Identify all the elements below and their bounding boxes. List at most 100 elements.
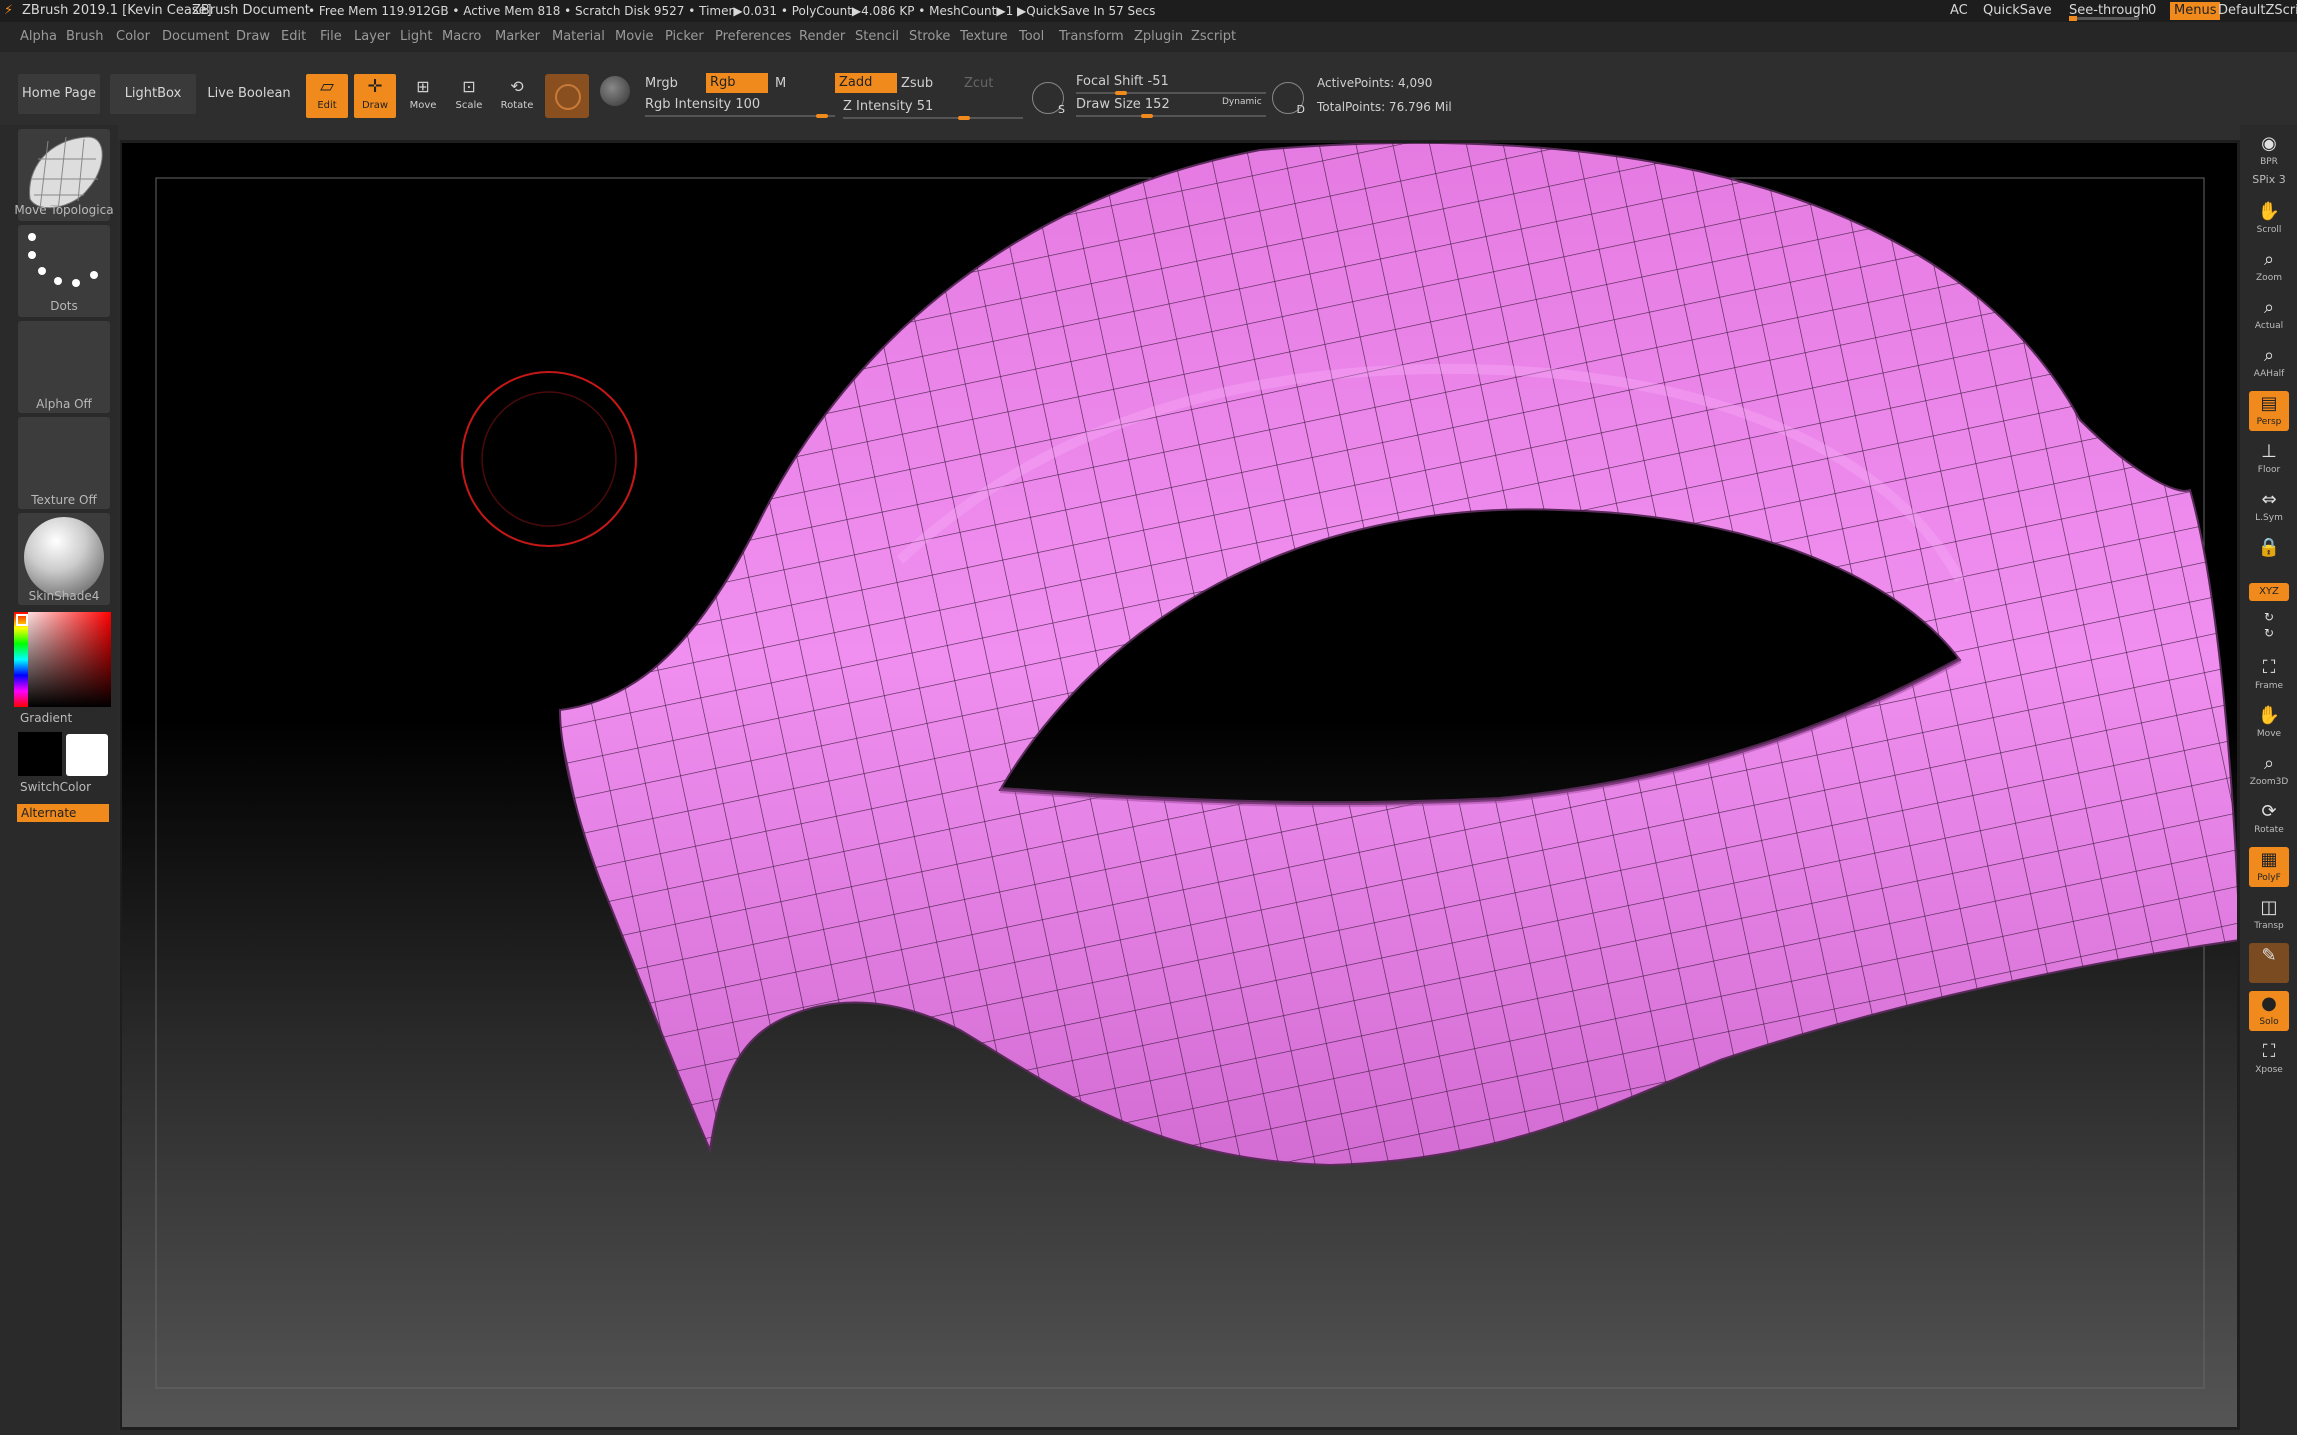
transp-button[interactable]: ◫ Transp: [2249, 895, 2289, 935]
lsym-button[interactable]: ⇔ L.Sym: [2249, 487, 2289, 527]
seethrough-knob[interactable]: [2069, 16, 2077, 21]
rotate-button[interactable]: ⟲ Rotate: [496, 74, 538, 118]
draw-size-track[interactable]: [1076, 115, 1266, 117]
menu-movie[interactable]: Movie: [615, 22, 653, 52]
dynamic-toggle[interactable]: Dynamic: [1222, 97, 1262, 107]
menu-marker[interactable]: Marker: [495, 22, 540, 52]
menu-tool[interactable]: Tool: [1019, 22, 1044, 52]
menu-macro[interactable]: Macro: [442, 22, 481, 52]
zoom-icon: ⌕: [2263, 249, 2275, 270]
focal-shift-knob[interactable]: [1115, 91, 1127, 95]
menu-alpha[interactable]: Alpha: [20, 22, 57, 52]
rgb-button[interactable]: Rgb: [706, 73, 768, 93]
z-intensity-label[interactable]: Z Intensity 51: [843, 99, 933, 114]
menu-zscript[interactable]: Zscript: [1191, 22, 1236, 52]
menu-color[interactable]: Color: [116, 22, 150, 52]
top-toolbar: Home Page LightBox Live Boolean ▱ Edit ✛…: [0, 52, 2297, 140]
move-button[interactable]: ⊞ Move: [402, 74, 444, 118]
ac-button[interactable]: AC: [1950, 0, 1968, 22]
polyf-button[interactable]: ▦ PolyF: [2249, 847, 2289, 887]
menu-layer[interactable]: Layer: [354, 22, 390, 52]
zoom3d-icon: ⌕: [2263, 753, 2275, 774]
menu-stencil[interactable]: Stencil: [855, 22, 899, 52]
menu-light[interactable]: Light: [400, 22, 432, 52]
rgb-intensity-knob[interactable]: [816, 114, 828, 118]
draw-size-d-icon[interactable]: D: [1272, 82, 1305, 116]
draw-label: Draw: [361, 100, 389, 111]
menu-stroke[interactable]: Stroke: [909, 22, 950, 52]
focal-shift-label[interactable]: Focal Shift -51: [1076, 74, 1169, 89]
live-boolean-button[interactable]: Live Boolean: [206, 74, 292, 114]
floor-button[interactable]: ⊥ Floor: [2249, 439, 2289, 479]
document-canvas[interactable]: [122, 143, 2237, 1427]
menu-zplugin[interactable]: Zplugin: [1134, 22, 1183, 52]
persp-button[interactable]: ▤ Persp: [2249, 391, 2289, 431]
color-picker[interactable]: [14, 612, 111, 707]
menu-material[interactable]: Material: [552, 22, 605, 52]
focal-shift-track[interactable]: [1076, 92, 1266, 94]
zoom3d-button[interactable]: ⌕ Zoom3D: [2249, 751, 2289, 791]
menu-edit[interactable]: Edit: [281, 22, 306, 52]
texture-sphere-icon[interactable]: [600, 76, 630, 106]
bpr-button[interactable]: ◉ BPR: [2249, 131, 2289, 171]
solo-button[interactable]: ● Solo: [2249, 991, 2289, 1031]
scale-button[interactable]: ⊡ Scale: [448, 74, 490, 118]
focal-shift-s-icon[interactable]: S: [1032, 82, 1065, 116]
secondary-color-swatch[interactable]: [66, 734, 108, 776]
rotation-axis-icons[interactable]: ↻ ↻: [2249, 609, 2289, 645]
draw-button[interactable]: ✛ Draw: [354, 74, 396, 118]
home-page-button[interactable]: Home Page: [18, 74, 100, 114]
edit-button[interactable]: ▱ Edit: [306, 74, 348, 118]
rotate-view-icon: ⟳: [2261, 801, 2277, 822]
menu-brush[interactable]: Brush: [66, 22, 104, 52]
aahalf-button[interactable]: ⌕ AAHalf: [2249, 343, 2289, 383]
persp-icon: ▤: [2260, 393, 2278, 414]
menus-button[interactable]: Menus: [2170, 2, 2221, 20]
rotate-view-button[interactable]: ⟳ Rotate: [2249, 799, 2289, 839]
gradient-label[interactable]: Gradient: [20, 711, 72, 725]
m-button[interactable]: M: [775, 76, 786, 91]
zsub-button[interactable]: Zsub: [901, 76, 933, 91]
menu-preferences[interactable]: Preferences: [715, 22, 791, 52]
mrgb-button[interactable]: Mrgb: [645, 76, 678, 91]
alternate-button[interactable]: Alternate: [17, 804, 109, 822]
hue-strip[interactable]: [14, 612, 28, 707]
menu-texture[interactable]: Texture: [960, 22, 1008, 52]
menu-file[interactable]: File: [320, 22, 342, 52]
solo-icon: ●: [2261, 993, 2277, 1014]
spix-slider[interactable]: SPix 3: [2249, 173, 2289, 191]
z-intensity-track[interactable]: [843, 117, 1023, 119]
switchcolor-button[interactable]: SwitchColor: [20, 780, 91, 794]
primary-color-swatch[interactable]: [18, 732, 62, 776]
z-intensity-knob[interactable]: [958, 116, 970, 120]
seethrough-value: 0: [2148, 3, 2157, 18]
lightbox-button[interactable]: LightBox: [110, 74, 196, 114]
menu-document[interactable]: Document: [162, 22, 229, 52]
frame-button[interactable]: ⛶ Frame: [2249, 655, 2289, 695]
draw-size-knob[interactable]: [1141, 114, 1153, 118]
menu-render[interactable]: Render: [799, 22, 845, 52]
script-name[interactable]: DefaultZScript: [2218, 0, 2297, 22]
move-view-button[interactable]: ✋ Move: [2249, 703, 2289, 743]
xpose-button[interactable]: ⛶ Xpose: [2249, 1039, 2289, 1079]
lock-button[interactable]: 🔒: [2249, 535, 2289, 575]
menu-draw[interactable]: Draw: [236, 22, 270, 52]
xyz-button[interactable]: XYZ: [2249, 583, 2289, 601]
material-preview-button[interactable]: [545, 74, 589, 118]
scroll-button[interactable]: ✋ Scroll: [2249, 199, 2289, 239]
quicksave-button[interactable]: QuickSave: [1983, 0, 2052, 22]
rgb-intensity-track[interactable]: [645, 115, 835, 117]
actual-button[interactable]: ⌕ Actual: [2249, 295, 2289, 335]
pink-mesh-model[interactable]: [558, 143, 2237, 1167]
color-marker[interactable]: [16, 614, 28, 626]
mesh-viewport[interactable]: [122, 143, 2237, 1427]
zadd-button[interactable]: Zadd: [835, 73, 897, 93]
menu-picker[interactable]: Picker: [665, 22, 704, 52]
seethrough-track[interactable]: [2069, 17, 2139, 20]
rgb-intensity-label[interactable]: Rgb Intensity 100: [645, 97, 760, 112]
zoom-button[interactable]: ⌕ Zoom: [2249, 247, 2289, 287]
menu-transform[interactable]: Transform: [1059, 22, 1124, 52]
draw-size-label[interactable]: Draw Size 152: [1076, 97, 1170, 112]
ghost-button[interactable]: ✎: [2249, 943, 2289, 983]
zcut-button[interactable]: Zcut: [964, 76, 993, 91]
